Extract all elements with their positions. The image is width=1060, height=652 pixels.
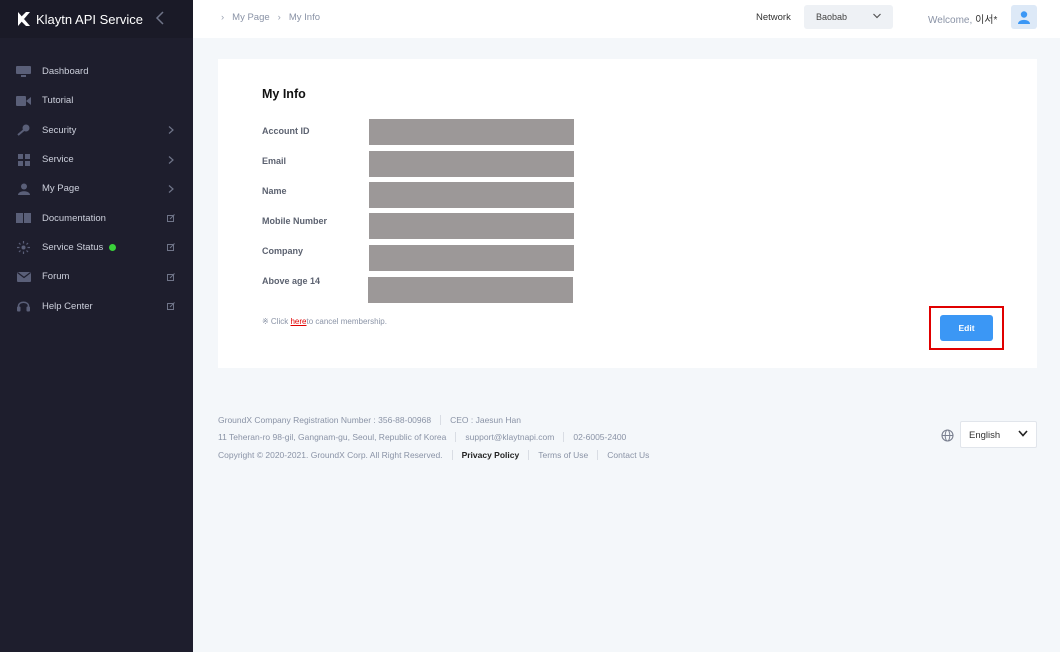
sidebar-item-service-status[interactable]: Service Status [0,233,193,262]
footer-divider [528,449,530,460]
mail-icon [16,271,31,283]
field-label-account-id: Account ID [262,126,310,136]
collapse-chevron-icon[interactable] [154,11,166,25]
key-icon [16,124,31,137]
top-header: › My Page › My Info Network Baobab Welco… [193,0,1060,38]
sidebar-item-my-page[interactable]: My Page [0,174,193,203]
field-value-account-id-redacted [369,119,574,145]
network-label: Network [756,12,791,23]
field-label-company: Company [262,246,304,256]
app-logo[interactable]: Klaytn API Service [16,11,143,27]
chevron-right-icon [167,155,175,164]
language-select[interactable]: English [960,421,1037,448]
sidebar-item-label: Security [42,124,77,136]
cancel-membership-note: ※ Click hereto cancel membership. [262,317,387,326]
user-icon [16,183,31,195]
sidebar-item-help-center[interactable]: Help Center [0,291,193,320]
note-suffix: to cancel membership. [306,317,387,326]
footer-ceo: CEO : Jaesun Han [450,414,521,425]
language-select-value: English [969,430,1001,441]
sidebar-item-label: Service [42,154,74,166]
avatar[interactable] [1011,5,1037,29]
app-title: Klaytn API Service [36,11,143,27]
footer-divider [455,432,457,443]
field-value-email-redacted [369,151,574,177]
footer-divider [563,432,565,443]
book-icon [16,212,31,224]
field-value-name-redacted [369,182,574,208]
network-select-value: Baobab [816,12,848,22]
footer-email[interactable]: support@klaytnapi.com [465,432,554,442]
status-indicator-dot [109,243,117,251]
field-value-company-redacted [369,245,574,271]
user-name: 이서* [975,15,998,26]
field-value-above-age-redacted [368,277,573,303]
sidebar-item-tutorial[interactable]: Tutorial [0,86,193,115]
sidebar-header: Klaytn API Service [0,0,193,38]
chevron-down-icon [1018,430,1028,437]
footer-terms-link[interactable]: Terms of Use [538,450,588,460]
chevron-down-icon [873,13,881,19]
field-label-name: Name [262,186,287,196]
breadcrumb-separator-icon: › [277,12,281,23]
footer-privacy-policy-link[interactable]: Privacy Policy [462,450,520,460]
breadcrumb-item-my-page[interactable]: My Page [232,12,270,23]
external-link-icon [167,302,175,311]
page-title: My Info [262,87,306,101]
field-value-mobile-redacted [369,213,574,239]
klaytn-logo-icon [18,12,30,26]
footer-divider [597,449,599,460]
external-link-icon [167,243,175,252]
footer-registration-number: GroundX Company Registration Number : 35… [218,414,432,425]
external-link-icon [167,272,175,281]
sidebar-item-label: Documentation [42,212,106,224]
dashboard-icon [16,66,31,78]
welcome-prefix: Welcome, [928,15,973,26]
video-icon [16,95,31,107]
footer-copyright: Copyright © 2020-2021. GroundX Corp. All… [218,449,443,460]
sidebar-item-label: Forum [42,271,70,283]
breadcrumb: › My Page › My Info [221,12,328,23]
edit-button[interactable]: Edit [940,315,993,341]
welcome-text: Welcome, 이서* [928,11,997,26]
sidebar-item-label: My Page [42,183,80,195]
cancel-membership-link[interactable]: here [290,317,306,326]
external-link-icon [167,214,175,223]
sidebar-item-label: Help Center [42,300,93,312]
footer: GroundX Company Registration Number : 35… [218,411,649,464]
sidebar-item-forum[interactable]: Forum [0,262,193,291]
network-select[interactable]: Baobab [804,5,893,29]
grid-icon [16,153,31,166]
sidebar: Klaytn API Service Dashboard Tutorial Se… [0,0,193,652]
sidebar-item-documentation[interactable]: Documentation [0,203,193,232]
sidebar-item-service[interactable]: Service [0,145,193,174]
sidebar-item-label: Tutorial [42,95,74,107]
note-prefix: ※ Click [262,317,291,326]
headset-icon [16,300,31,312]
sidebar-item-dashboard[interactable]: Dashboard [0,57,193,86]
footer-divider [451,449,453,460]
sun-icon [16,240,31,254]
chevron-right-icon [167,126,175,135]
field-label-mobile-number: Mobile Number [262,216,328,226]
user-avatar-icon [1018,10,1030,24]
sidebar-item-label: Dashboard [42,66,89,78]
field-label-above-age-14: Above age 14 [262,276,321,286]
footer-address: 11 Teheran-ro 98-gil, Gangnam-gu, Seoul,… [218,432,447,443]
field-label-email: Email [262,156,287,166]
sidebar-nav: Dashboard Tutorial Security Service My P… [0,57,193,321]
chevron-right-icon [167,184,175,193]
sidebar-item-security[interactable]: Security [0,116,193,145]
sidebar-item-label: Service Status [42,241,104,253]
globe-icon [941,429,954,442]
breadcrumb-separator-icon: › [221,12,225,23]
footer-contact-link[interactable]: Contact Us [607,450,649,460]
my-info-card: My Info Account ID Email Name Mobile Num… [218,59,1037,368]
footer-divider [440,414,442,425]
footer-phone: 02-6005-2400 [573,432,627,443]
breadcrumb-item-my-info: My Info [288,12,320,23]
